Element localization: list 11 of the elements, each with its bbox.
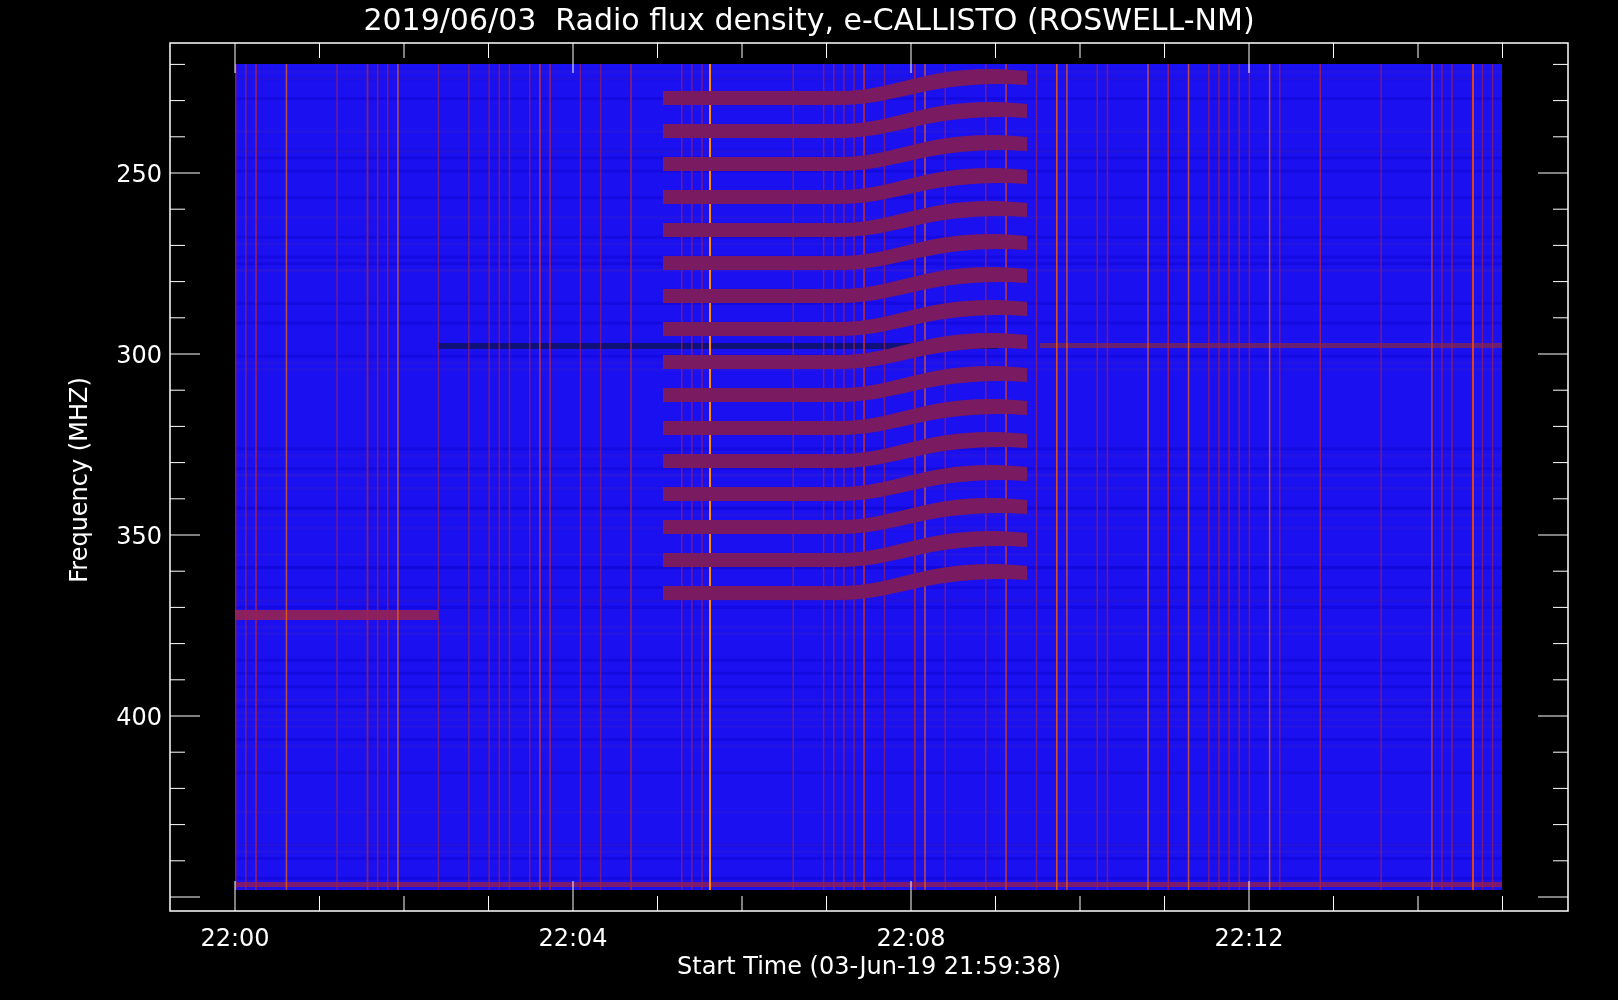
x-axis-title: Start Time (03-Jun-19 21:59:38) bbox=[677, 952, 1061, 980]
y-tick-label: 300 bbox=[116, 341, 162, 369]
plot-title: 2019/06/03 Radio flux density, e-CALLISTO (ROSWELL-NM) bbox=[363, 1, 1255, 34]
x-tick-label: 22:04 bbox=[538, 924, 608, 952]
y-tick-label: 250 bbox=[116, 160, 162, 188]
y-axis-title: Frequency (MHZ) bbox=[65, 377, 93, 583]
y-tick-label: 350 bbox=[116, 522, 162, 550]
y-tick-label: 400 bbox=[116, 703, 162, 731]
x-tick-label: 22:08 bbox=[876, 924, 946, 952]
x-tick-label: 22:12 bbox=[1214, 924, 1284, 952]
x-tick-label: 22:00 bbox=[200, 924, 270, 952]
